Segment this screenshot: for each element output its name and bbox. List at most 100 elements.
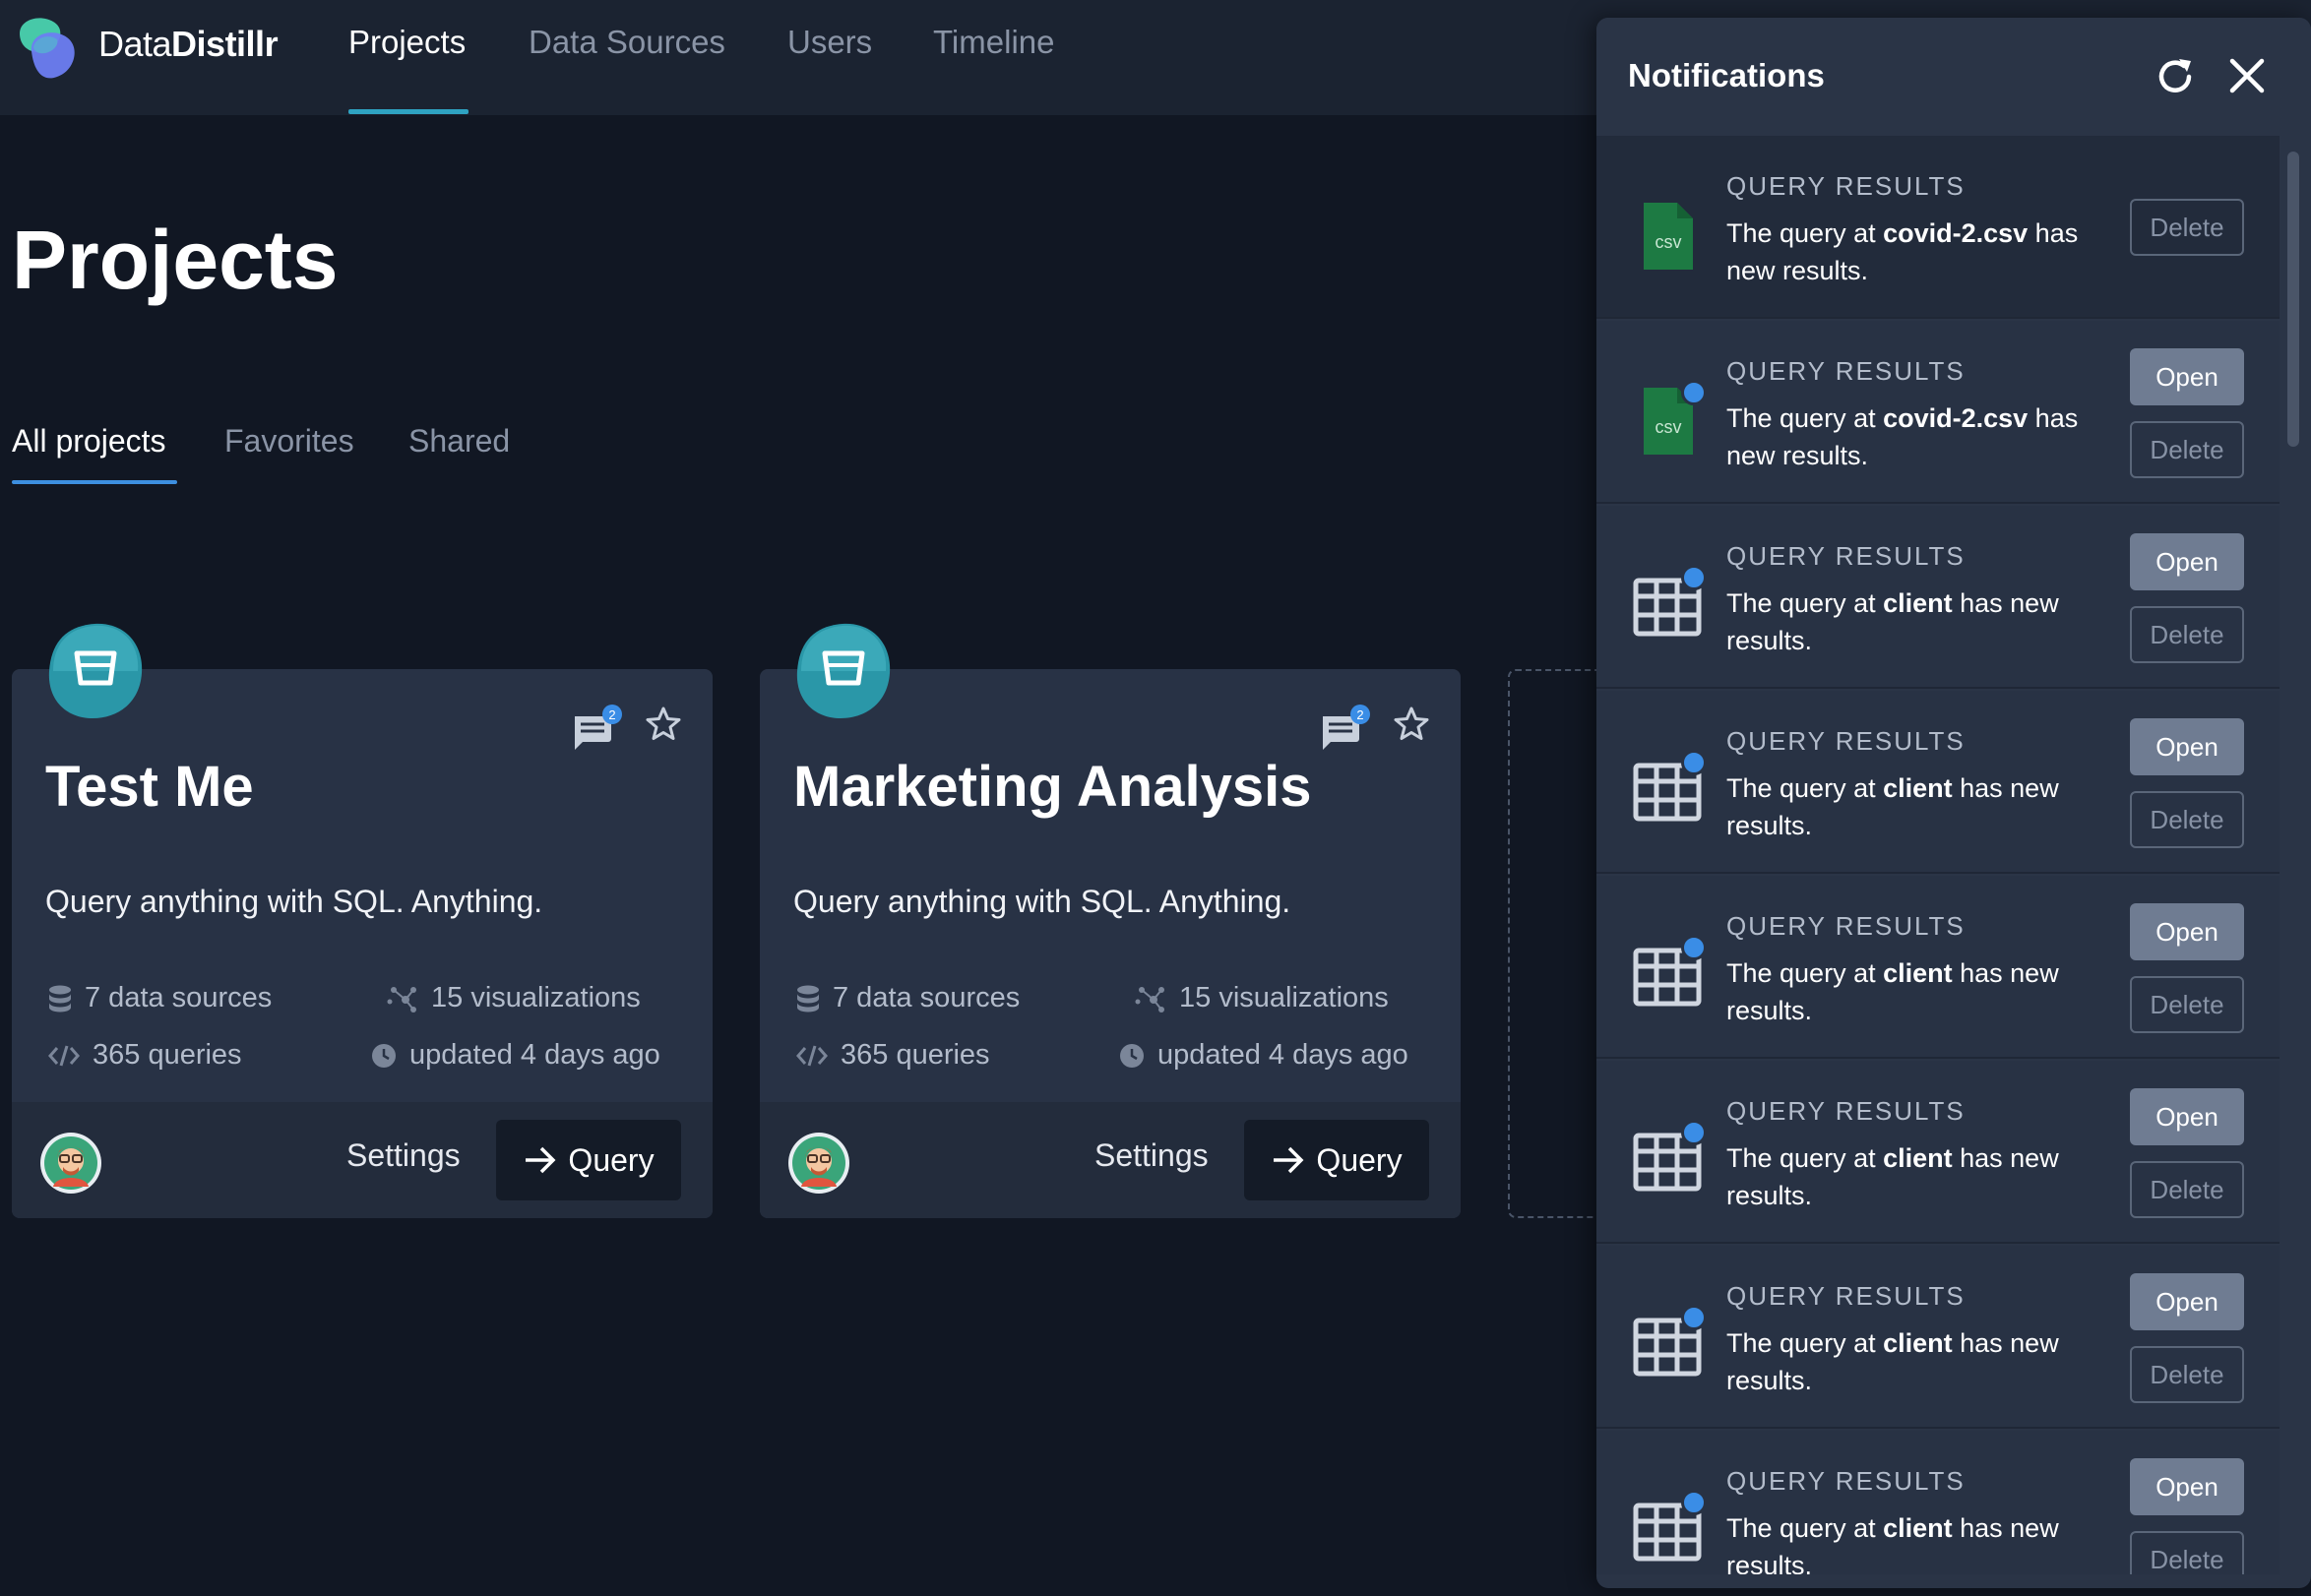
notification-type: QUERY RESULTS [1726,1096,1966,1126]
notification-item[interactable]: csv QUERY RESULTS The query at covid-2.c… [1596,321,2280,504]
unread-indicator [1681,380,1707,405]
unread-indicator [1681,1120,1707,1145]
notification-item[interactable]: QUERY RESULTS The query at client has ne… [1596,1246,2280,1429]
notification-item[interactable]: QUERY RESULTS The query at client has ne… [1596,1431,2280,1574]
query-button[interactable]: Query [496,1120,681,1200]
notifications-scrollbar[interactable] [2280,136,2311,1574]
open-button[interactable]: Open [2130,1458,2244,1515]
notifications-header: Notifications [1596,18,2311,136]
favorite-star-icon[interactable] [1392,705,1431,744]
tab-shared[interactable]: Shared [408,423,510,460]
stat-queries: 365 queries [47,1039,242,1072]
unread-indicator [1681,935,1707,960]
graph-nodes-icon [387,986,416,1013]
notifications-list: csv QUERY RESULTS The query at covid-2.c… [1596,136,2280,1574]
open-button[interactable]: Open [2130,1273,2244,1330]
svg-text:csv: csv [1655,417,1682,437]
open-button[interactable]: Open [2130,718,2244,775]
project-title[interactable]: Marketing Analysis [793,754,1311,820]
notification-message: The query at client has new results. [1726,773,2059,840]
notification-item[interactable]: QUERY RESULTS The query at client has ne… [1596,691,2280,874]
close-icon[interactable] [2226,55,2268,96]
settings-link[interactable]: Settings [1094,1137,1209,1174]
comment-icon: 2 [575,705,622,750]
stat-updated: updated 4 days ago [1118,1039,1408,1072]
query-button[interactable]: Query [1244,1120,1429,1200]
notification-message: The query at client has new results. [1726,1143,2059,1210]
tab-all-projects[interactable]: All projects [12,423,166,460]
notification-type: QUERY RESULTS [1726,1466,1966,1496]
project-card[interactable]: 2 Marketing Analysis Query anything with… [760,623,1461,1218]
notification-message: The query at client has new results. [1726,958,2059,1025]
nav-timeline[interactable]: Timeline [933,24,1054,61]
project-description: Query anything with SQL. Anything. [45,884,543,919]
nav-projects[interactable]: Projects [348,24,466,61]
notification-item[interactable]: csv QUERY RESULTS The query at covid-2.c… [1596,136,2280,319]
delete-button[interactable]: Delete [2130,199,2244,256]
delete-button[interactable]: Delete [2130,606,2244,663]
owner-avatar[interactable] [787,1132,850,1195]
stat-visualizations: 15 visualizations [1134,982,1389,1014]
nav-data-sources[interactable]: Data Sources [529,24,725,61]
project-bucket-icon [48,623,143,718]
refresh-icon[interactable] [2154,55,2197,98]
notification-type: QUERY RESULTS [1726,171,1966,201]
arrow-right-icon [526,1146,556,1174]
open-button[interactable]: Open [2130,533,2244,590]
comments-button[interactable]: 2 [1319,705,1374,752]
code-icon [48,1045,80,1066]
delete-button[interactable]: Delete [2130,1531,2244,1574]
notification-item[interactable]: QUERY RESULTS The query at client has ne… [1596,876,2280,1059]
delete-button[interactable]: Delete [2130,1161,2244,1218]
project-title[interactable]: Test Me [45,754,254,820]
notification-message: The query at client has new results. [1726,588,2059,655]
project-card[interactable]: 2 Test Me Query anything with SQL. Anyth… [12,623,713,1218]
comments-button[interactable]: 2 [571,705,626,752]
nav-users[interactable]: Users [787,24,872,61]
comment-icon: 2 [1323,705,1370,750]
open-button[interactable]: Open [2130,903,2244,960]
notification-message: The query at client has new results. [1726,1513,2059,1574]
database-icon [797,985,819,1012]
notifications-panel: Notifications csv QUERY RESULTS The quer… [1596,18,2311,1588]
notification-type: QUERY RESULTS [1726,541,1966,571]
stat-queries: 365 queries [795,1039,990,1072]
open-button[interactable]: Open [2130,348,2244,405]
notification-item[interactable]: QUERY RESULTS The query at client has ne… [1596,1061,2280,1244]
comment-count-badge: 2 [1356,707,1363,722]
delete-button[interactable]: Delete [2130,976,2244,1033]
datadistillr-logo[interactable] [10,12,85,87]
notification-message: The query at covid-2.csv has new results… [1726,218,2079,285]
page-title: Projects [12,214,339,306]
open-button[interactable]: Open [2130,1088,2244,1145]
stat-visualizations: 15 visualizations [386,982,641,1014]
delete-button[interactable]: Delete [2130,791,2244,848]
notification-type: QUERY RESULTS [1726,726,1966,756]
settings-link[interactable]: Settings [346,1137,461,1174]
notification-type: QUERY RESULTS [1726,1281,1966,1311]
nav-active-indicator [348,109,468,114]
favorite-star-icon[interactable] [644,705,683,744]
graph-nodes-icon [1135,986,1164,1013]
notification-item[interactable]: QUERY RESULTS The query at client has ne… [1596,506,2280,689]
arrow-right-icon [1274,1146,1304,1174]
unread-indicator [1681,1305,1707,1330]
owner-avatar[interactable] [39,1132,102,1195]
clock-icon [372,1043,396,1068]
stat-data-sources: 7 data sources [47,982,272,1014]
brand-name: DataDistillr [98,24,279,64]
tab-active-indicator [12,480,177,484]
svg-text:csv: csv [1655,232,1682,252]
csv-file-icon: csv [1644,203,1693,270]
notifications-title: Notifications [1628,57,1825,93]
delete-button[interactable]: Delete [2130,421,2244,478]
unread-indicator [1681,1490,1707,1515]
tab-favorites[interactable]: Favorites [224,423,354,460]
project-bucket-icon [796,623,891,718]
unread-indicator [1681,565,1707,590]
comment-count-badge: 2 [608,707,615,722]
clock-icon [1120,1043,1144,1068]
scrollbar-thumb[interactable] [2287,152,2299,447]
delete-button[interactable]: Delete [2130,1346,2244,1403]
stat-updated: updated 4 days ago [370,1039,660,1072]
